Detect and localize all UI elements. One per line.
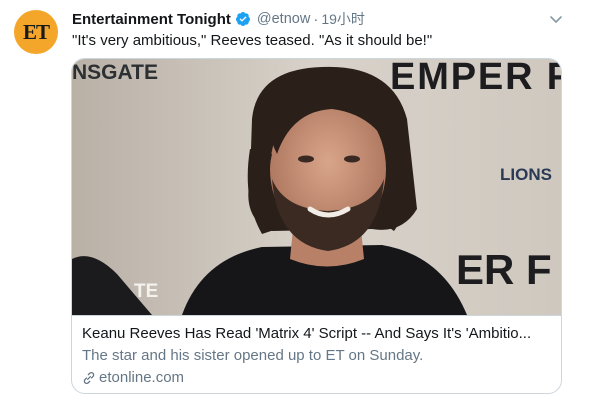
card-description: The star and his sister opened up to ET … [82,347,424,364]
author-handle[interactable]: @etnow [257,11,310,27]
backdrop-logo-right: LIONS [500,165,552,184]
author-name[interactable]: Entertainment Tonight [72,11,231,28]
backdrop-text-left: NSGATE [72,61,158,84]
backdrop-text-bottom-right: ER F [456,246,552,293]
link-card[interactable]: NSGATE EMPER F LIONS ER F TE Keanu Reeve… [71,58,562,394]
tweet-timestamp[interactable]: 19小时 [321,9,365,29]
verified-badge-icon [235,12,250,26]
avatar[interactable]: ET [14,10,58,54]
link-icon [83,371,95,384]
card-domain[interactable]: etonline.com [82,369,184,386]
chevron-down-icon[interactable] [548,11,564,27]
card-image[interactable]: NSGATE EMPER F LIONS ER F TE [72,59,562,315]
card-domain-text: etonline.com [99,369,185,386]
tweet-text: "It's very ambitious," Reeves teased. "A… [72,32,433,49]
separator-dot: · [313,10,319,28]
tweet-header: Entertainment Tonight @etnow · 19小时 [72,9,365,29]
card-title[interactable]: Keanu Reeves Has Read 'Matrix 4' Script … [82,325,552,342]
card-body[interactable]: Keanu Reeves Has Read 'Matrix 4' Script … [72,315,561,393]
avatar-logo-text: ET [22,19,50,44]
